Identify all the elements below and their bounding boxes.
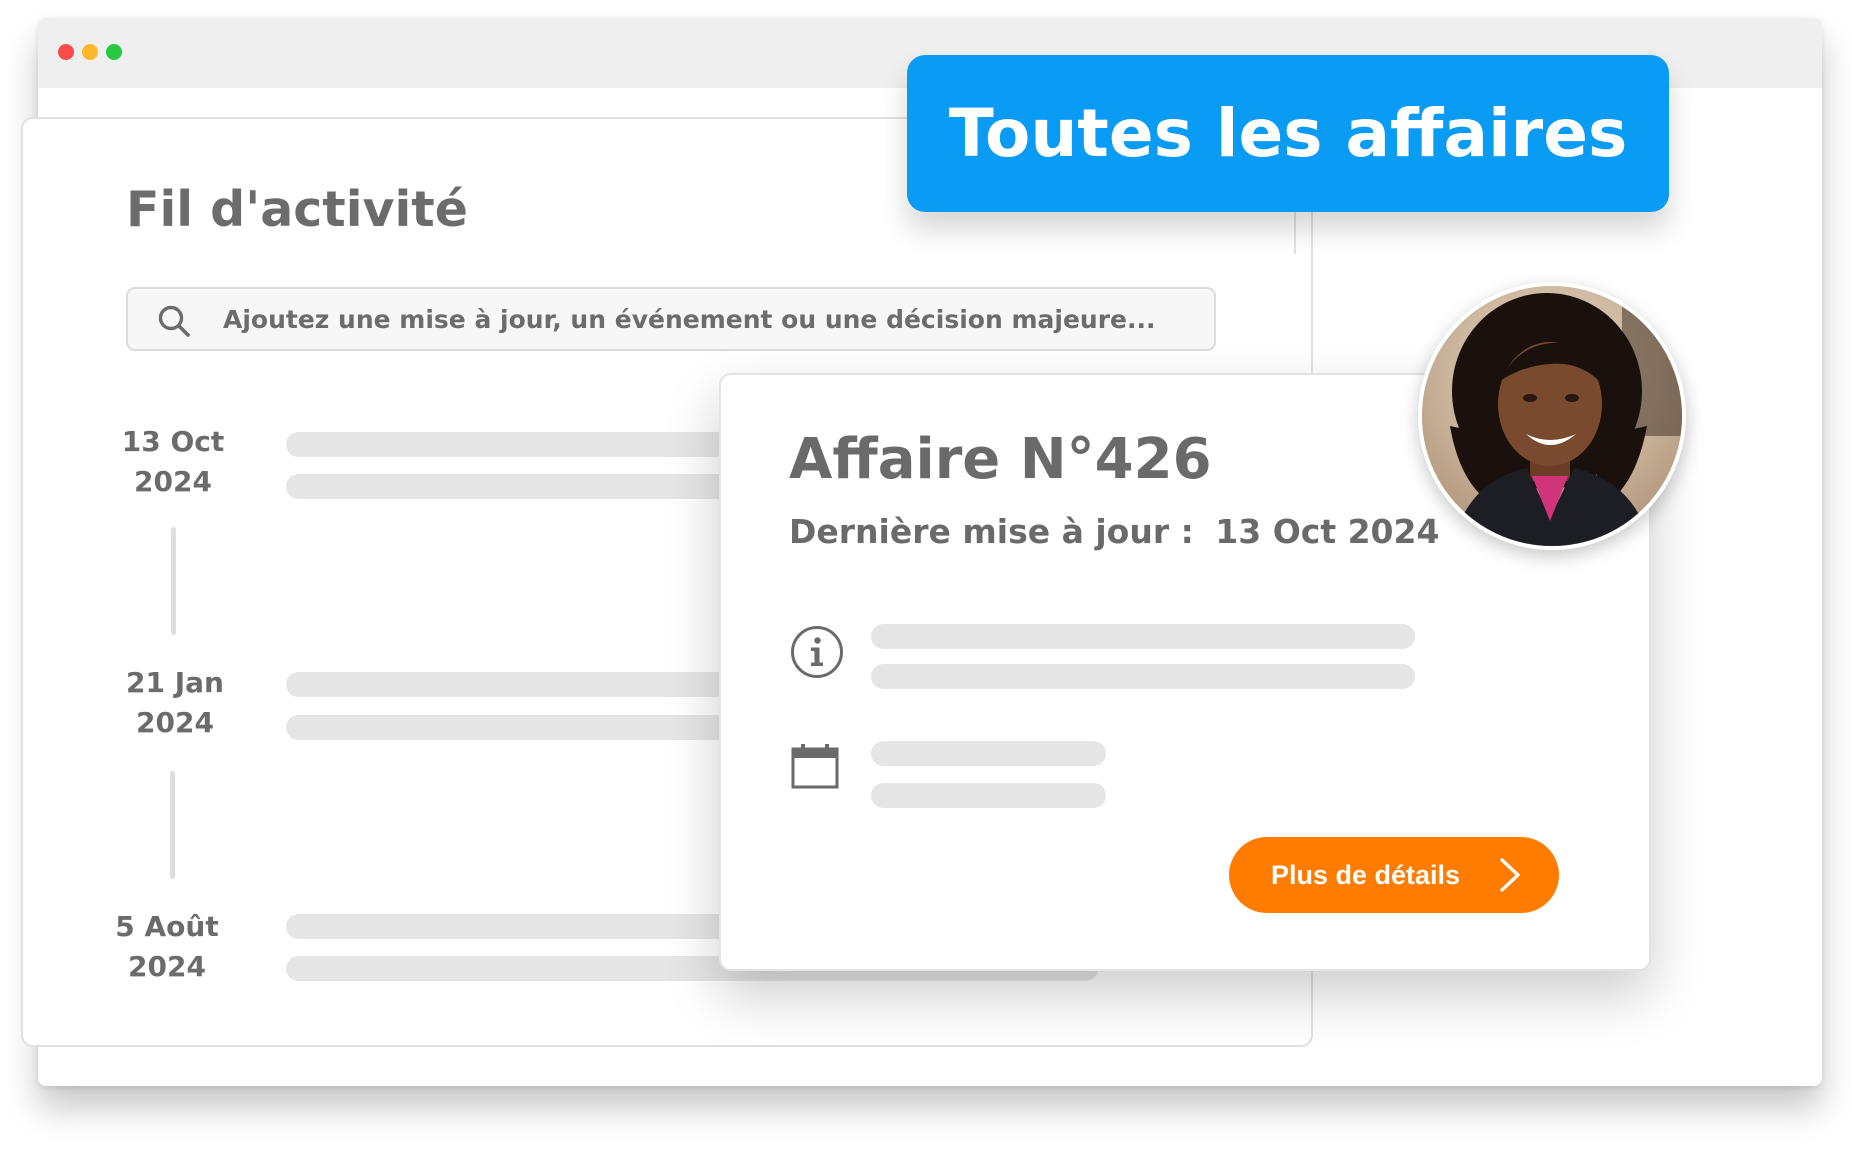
- timeline-year: 2024: [134, 465, 212, 498]
- window-minimize-button[interactable]: [82, 44, 98, 60]
- placeholder-bar: [286, 432, 736, 457]
- info-icon: [791, 626, 843, 678]
- timeline-connector: [171, 527, 176, 635]
- header-banner: Toutes les affaires: [907, 55, 1669, 212]
- search-box[interactable]: [126, 287, 1216, 351]
- chevron-right-icon: [1500, 858, 1520, 892]
- placeholder-bar: [286, 715, 736, 740]
- placeholder-bar: [286, 474, 736, 499]
- timeline-day-month: 21 Jan: [126, 666, 224, 699]
- timeline-date: 21 Jan 2024: [75, 663, 275, 743]
- placeholder-bar: [286, 914, 736, 939]
- window-close-button[interactable]: [58, 44, 74, 60]
- timeline-connector: [170, 771, 175, 879]
- timeline-date: 13 Oct 2024: [73, 422, 273, 502]
- search-icon: [158, 305, 190, 337]
- timeline-day-month: 5 Août: [115, 910, 219, 943]
- avatar[interactable]: [1418, 282, 1686, 550]
- placeholder-bar: [286, 672, 736, 697]
- avatar-photo: [1422, 286, 1682, 546]
- more-details-button[interactable]: Plus de détails: [1229, 837, 1559, 913]
- calendar-icon: [791, 744, 839, 789]
- search-input[interactable]: [223, 289, 1203, 349]
- case-last-update: Dernière mise à jour : 13 Oct 2024: [789, 512, 1439, 551]
- window-maximize-button[interactable]: [106, 44, 122, 60]
- placeholder-bar: [871, 664, 1415, 689]
- last-update-date: 13 Oct 2024: [1215, 512, 1440, 551]
- case-title: Affaire N°426: [789, 427, 1212, 492]
- placeholder-bar: [871, 741, 1106, 766]
- banner-title: Toutes les affaires: [948, 95, 1628, 172]
- last-update-label: Dernière mise à jour :: [789, 512, 1194, 551]
- placeholder-bar: [871, 783, 1106, 808]
- timeline-year: 2024: [136, 706, 214, 739]
- feed-title: Fil d'activité: [126, 181, 468, 238]
- more-details-label: Plus de détails: [1271, 860, 1461, 890]
- placeholder-bar: [871, 624, 1415, 649]
- timeline-year: 2024: [128, 950, 206, 983]
- timeline-day-month: 13 Oct: [121, 425, 225, 458]
- timeline-date: 5 Août 2024: [67, 907, 267, 987]
